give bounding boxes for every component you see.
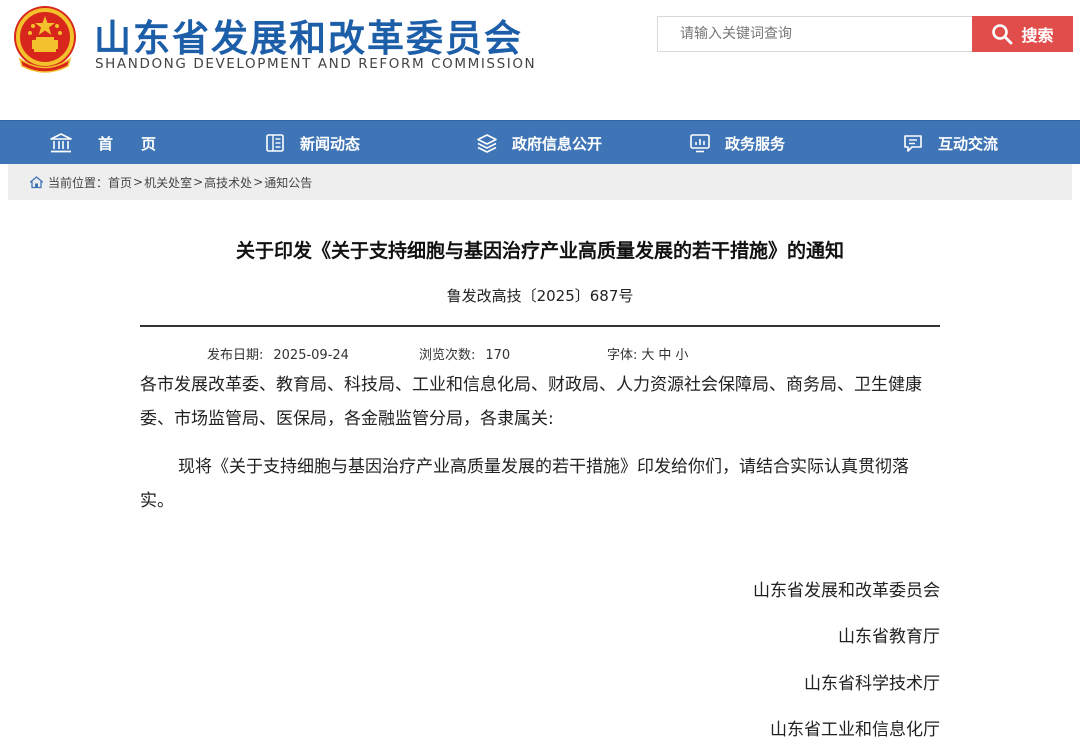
document-number: 鲁发改高技〔2025〕687号 <box>446 287 634 305</box>
signature-line: 山东省教育厅 <box>838 627 940 647</box>
signature-line: 山东省科学技术厅 <box>804 674 940 694</box>
site-title: 山东省发展和改革委员会 <box>94 17 523 60</box>
home-icon <box>30 175 43 188</box>
breadcrumb-link-offices[interactable]: 机关处室 <box>144 174 192 191</box>
font-size-medium[interactable]: 中 <box>658 348 671 363</box>
view-count-value: 170 <box>485 348 511 363</box>
view-count-label: 浏览次数: <box>419 348 476 363</box>
nav-item-label: 新闻动态 <box>300 134 361 153</box>
article-salutation: 各市发展改革委、教育局、科技局、工业和信息化局、财政局、人力资源社会保障局、商务… <box>140 375 922 429</box>
search-icon <box>992 24 1013 45</box>
publish-date-value: 2025-09-24 <box>273 348 349 363</box>
search-button[interactable]: 搜索 <box>972 16 1073 52</box>
search-input[interactable] <box>657 16 972 52</box>
publish-date-label: 发布日期: <box>207 348 264 363</box>
title-divider <box>140 325 940 327</box>
font-size-small[interactable]: 小 <box>675 348 688 363</box>
breadcrumb-link-notices[interactable]: 通知公告 <box>264 174 312 191</box>
article-paragraph: 现将《关于支持细胞与基因治疗产业高质量发展的若干措施》印发给你们，请结合实际认真… <box>140 457 909 511</box>
font-size-large[interactable]: 大 <box>641 348 654 363</box>
main-nav: 首页 新闻动态 政府信息公开 政务服务 互动交流 <box>0 120 1080 164</box>
chat-icon <box>904 135 922 152</box>
nav-item-label: 政务服务 <box>725 134 786 153</box>
national-emblem-icon <box>14 6 76 73</box>
font-size-label: 字体: <box>607 348 638 363</box>
monitor-icon <box>690 134 710 153</box>
signature-line: 山东省工业和信息化厅 <box>770 720 940 740</box>
site-subtitle: SHANDONG DEVELOPMENT AND REFORM COMMISSI… <box>95 56 537 72</box>
font-size-switcher: 字体: 大中小 <box>607 344 688 363</box>
nav-item-news[interactable]: 新闻动态 <box>264 121 360 165</box>
breadcrumb: 当前位置： 首页 > 机关处室 > 高技术处 > 通知公告 <box>8 164 1072 200</box>
article-title: 关于印发《关于支持细胞与基因治疗产业高质量发展的若干措施》的通知 <box>235 240 844 262</box>
header: 山东省发展和改革委员会 SHANDONG DEVELOPMENT AND REF… <box>0 0 1080 120</box>
nav-item-home[interactable]: 首页 <box>50 121 184 165</box>
view-count: 浏览次数: 170 <box>419 344 510 363</box>
nav-item-label: 政府信息公开 <box>512 134 603 153</box>
nav-item-gov-info[interactable]: 政府信息公开 <box>476 121 602 165</box>
page: 山东省发展和改革委员会 SHANDONG DEVELOPMENT AND REF… <box>0 0 1080 741</box>
breadcrumb-link-hitech[interactable]: 高技术处 <box>204 174 252 191</box>
nav-item-label: 互动交流 <box>938 134 999 153</box>
building-icon <box>50 133 72 153</box>
breadcrumb-prefix: 当前位置： <box>48 175 109 190</box>
breadcrumb-link-home[interactable]: 首页 <box>108 174 132 191</box>
news-icon <box>266 134 284 152</box>
nav-item-label: 首页 <box>98 134 185 153</box>
layers-icon <box>477 134 497 153</box>
nav-item-interact[interactable]: 互动交流 <box>902 121 998 165</box>
search-button-label: 搜索 <box>1021 26 1054 45</box>
publish-date: 发布日期: 2025-09-24 <box>207 344 349 363</box>
signature-line: 山东省发展和改革委员会 <box>753 581 940 601</box>
nav-item-service[interactable]: 政务服务 <box>689 121 785 165</box>
